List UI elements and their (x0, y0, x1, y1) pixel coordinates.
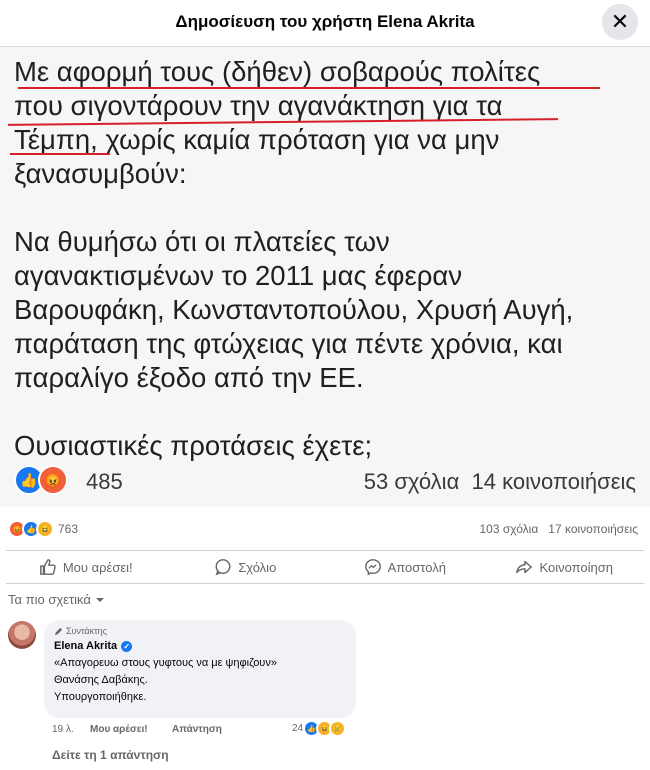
image-reactions-count: 485 (86, 469, 123, 494)
image-comments-shares: 53 σχόλια 14 κοινοποιήσεις (364, 469, 636, 495)
messenger-icon (364, 559, 381, 576)
verified-icon: ✓ (121, 640, 133, 652)
post-actions-bar: Μου αρέσει! Σχόλιο Αποστολή Κοινοποίηση (6, 550, 644, 584)
send-button-label: Αποστολή (387, 559, 446, 575)
comment-button-label: Σχόλιο (238, 559, 277, 575)
red-underline-1 (18, 87, 600, 89)
haha-reaction-icon: 😆 (36, 520, 54, 538)
share-button[interactable]: Κοινοποίηση (485, 551, 645, 583)
comment-reactions[interactable]: 24 👍 😆 😢 (292, 720, 347, 737)
comment-like-link[interactable]: Μου αρέσει! (90, 724, 148, 735)
comments-count[interactable]: 103 σχόλια (479, 522, 538, 536)
comments-shares-summary: 103 σχόλια 17 κοινοποιήσεις (479, 522, 638, 536)
chevron-down-icon (95, 597, 104, 602)
angry-reaction-icon: 😡 (38, 465, 68, 495)
pencil-icon (54, 627, 63, 635)
close-button[interactable]: ✕ (602, 4, 638, 40)
post-image[interactable]: Με αφορμή τους (δήθεν) σοβαρούς πολίτες … (0, 47, 650, 507)
shares-count[interactable]: 17 κοινοποιήσεις (548, 522, 638, 536)
like-button[interactable]: Μου αρέσει! (6, 551, 166, 583)
comment-reactions-count: 24 (292, 723, 304, 734)
comment-line-3: Υπουργοποιήθηκε. (54, 691, 147, 703)
comment-time[interactable]: 19 λ. (52, 724, 74, 735)
post-stats: 😡 👍 😆 763 103 σχόλια 17 κοινοποιήσεις (0, 516, 650, 544)
reactions-count: 763 (58, 522, 79, 536)
comment-line-2: Θανάσης Δαβάκης. (54, 674, 148, 686)
comment-icon (215, 559, 231, 576)
author-badge: Συντάκτης (54, 626, 107, 636)
reactions-summary[interactable]: 😡 👍 😆 763 (8, 520, 78, 538)
comment-button[interactable]: Σχόλιο (166, 551, 326, 583)
post-paragraph-3: Ουσιαστικές προτάσεις έχετε; (14, 430, 373, 461)
sad-reaction-icon: 😢 (329, 720, 347, 737)
comment-author-name: Elena Akrita (54, 640, 118, 652)
thumbs-up-icon (39, 559, 56, 575)
red-underline-3 (10, 153, 110, 155)
comment-line-1: «Απαγορευω στους γυφτους να με ψηφιζουν» (54, 657, 277, 669)
avatar[interactable] (8, 621, 36, 649)
close-icon: ✕ (610, 9, 630, 34)
comment-sort-label: Τα πιο σχετικά (8, 592, 91, 607)
view-replies-link[interactable]: Δείτε τη 1 απάντηση (52, 748, 169, 762)
image-stats-row: 👍 😡 485 53 σχόλια 14 κοινοποιήσεις (14, 463, 636, 499)
share-icon (516, 560, 533, 574)
send-button[interactable]: Αποστολή (325, 551, 485, 583)
comment-sort-dropdown[interactable]: Τα πιο σχετικά (8, 592, 106, 607)
comment-text: «Απαγορευω στους γυφτους να με ψηφιζουν»… (54, 655, 277, 706)
like-button-label: Μου αρέσει! (62, 559, 133, 575)
comment-reply-link[interactable]: Απάντηση (172, 724, 222, 735)
dialog-header: Δημοσίευση του χρήστη Elena Akrita ✕ (0, 0, 650, 47)
author-badge-label: Συντάκτης (66, 626, 108, 636)
image-shares-count: 14 κοινοποιήσεις (471, 469, 636, 494)
image-reactions: 👍 😡 (14, 465, 68, 495)
post-paragraph-2: Να θυμήσω ότι οι πλατείες των αγανακτισμ… (14, 226, 574, 393)
comment-author[interactable]: Elena Akrita ✓ (54, 640, 133, 652)
image-comments-count: 53 σχόλια (363, 469, 460, 494)
share-button-label: Κοινοποίηση (539, 559, 614, 575)
dialog-title: Δημοσίευση του χρήστη Elena Akrita (175, 12, 475, 31)
comment-bubble: Συντάκτης Elena Akrita ✓ «Απαγορευω στου… (44, 620, 356, 718)
